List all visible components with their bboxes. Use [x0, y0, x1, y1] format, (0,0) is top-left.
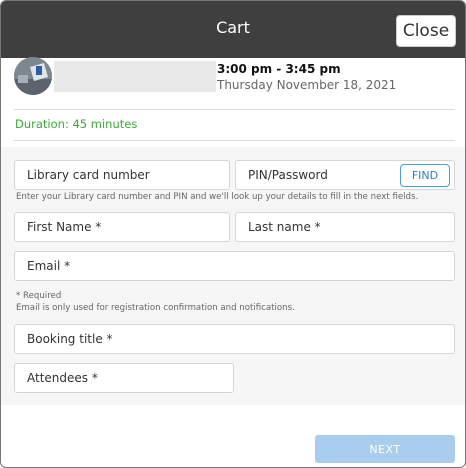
close-button[interactable]: Close: [396, 15, 456, 47]
booking-title-input[interactable]: Booking title *: [14, 324, 455, 354]
required-note: * Required: [16, 291, 62, 301]
booking-time-range: 3:00 pm - 3:45 pm: [217, 62, 341, 76]
next-button[interactable]: NEXT: [315, 435, 455, 463]
email-placeholder: Email *: [27, 259, 71, 273]
last-name-placeholder: Last name *: [248, 220, 321, 234]
first-name-input[interactable]: First Name *: [14, 212, 230, 242]
booking-date: Thursday November 18, 2021: [217, 78, 397, 92]
room-thumbnail: [14, 57, 52, 95]
lookup-help-text: Enter your Library card number and PIN a…: [16, 192, 419, 202]
attendees-placeholder: Attendees *: [27, 371, 98, 385]
divider: [14, 109, 455, 110]
pin-password-placeholder: PIN/Password: [248, 168, 328, 182]
booking-title-placeholder: Booking title *: [27, 332, 113, 346]
library-card-input[interactable]: Library card number: [14, 160, 230, 190]
booking-duration: Duration: 45 minutes: [15, 117, 138, 131]
email-usage-note: Email is only used for registration conf…: [16, 303, 295, 313]
find-button[interactable]: FIND: [400, 164, 450, 187]
divider: [14, 140, 455, 141]
email-input[interactable]: Email *: [14, 251, 455, 281]
first-name-placeholder: First Name *: [27, 220, 102, 234]
cart-modal: Cart Close 3:00 pm - 3:45 pm Thursday No…: [0, 0, 466, 468]
last-name-input[interactable]: Last name *: [235, 212, 455, 242]
redacted-name-placeholder: [54, 61, 216, 92]
library-card-placeholder: Library card number: [27, 168, 150, 182]
room-image-icon: [14, 57, 52, 95]
modal-header: Cart Close: [1, 1, 465, 58]
attendees-input[interactable]: Attendees *: [14, 363, 234, 393]
